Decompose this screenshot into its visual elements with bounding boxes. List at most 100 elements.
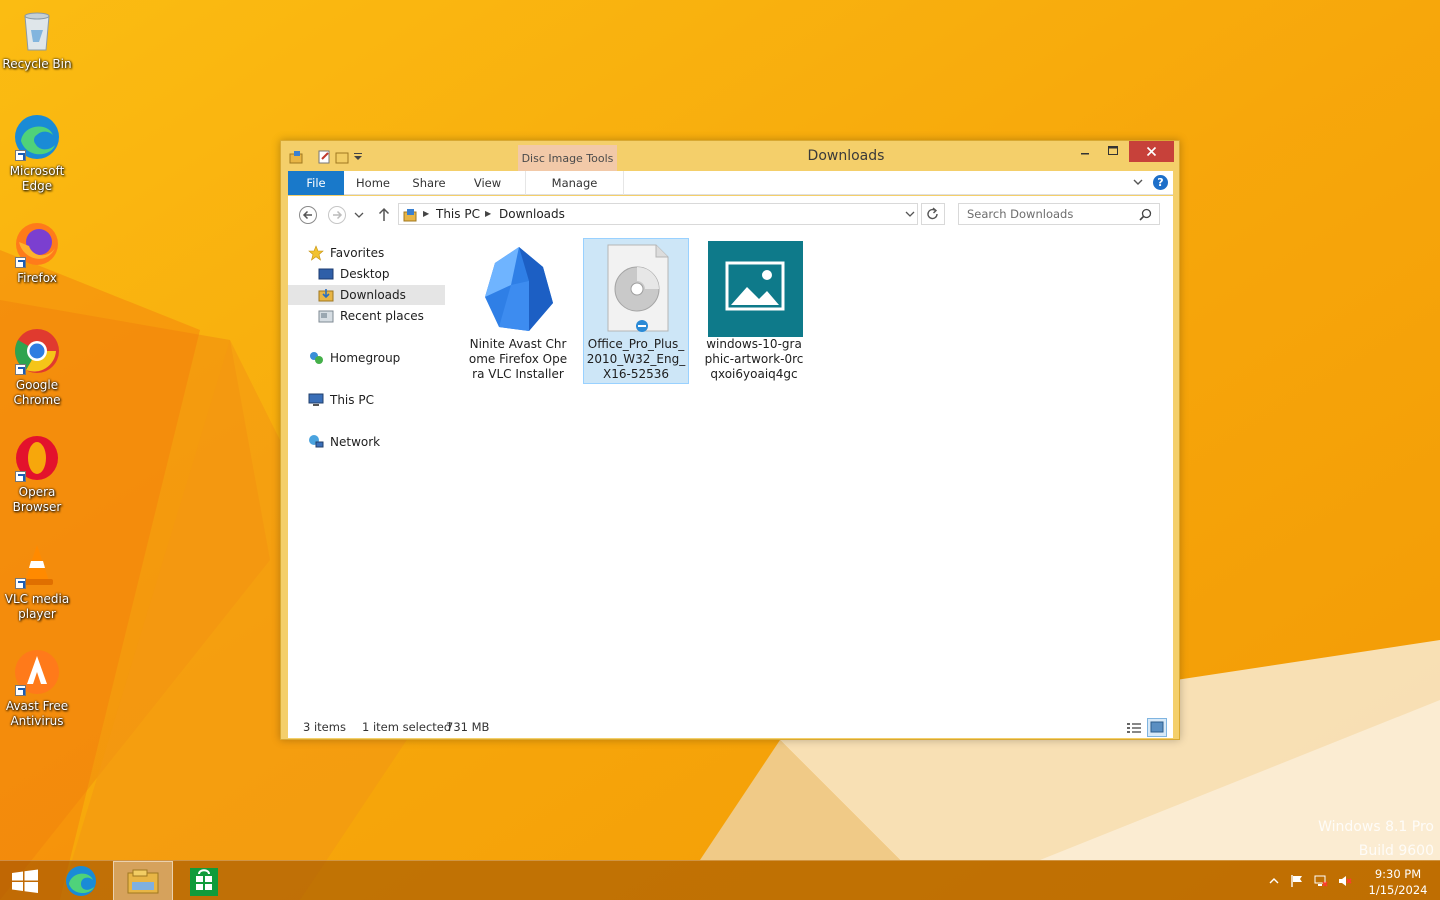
file-name: Ninite Avast Chrome Firefox Opera VLC In… bbox=[468, 337, 568, 381]
desktop-icon-recycle-bin[interactable]: Recycle Bin bbox=[2, 6, 72, 72]
address-bar[interactable]: ▶ This PC ▶ Downloads bbox=[398, 203, 918, 225]
customize-qat-icon[interactable] bbox=[353, 150, 363, 164]
desktop-icon-label: Microsoft Edge bbox=[9, 164, 65, 193]
taskbar-clock[interactable]: 9:30 PM 1/15/2024 bbox=[1362, 866, 1434, 898]
tab-file[interactable]: File bbox=[288, 171, 344, 195]
nav-item-desktop[interactable]: Desktop bbox=[288, 264, 445, 284]
tab-home[interactable]: Home bbox=[348, 171, 398, 195]
taskbar-file-explorer[interactable] bbox=[113, 861, 173, 900]
chevron-down-icon bbox=[354, 212, 364, 218]
new-folder-icon[interactable] bbox=[335, 150, 349, 164]
refresh-button[interactable] bbox=[921, 203, 945, 225]
watermark-edition: Windows 8.1 Pro bbox=[1318, 819, 1434, 835]
clock-date: 1/15/2024 bbox=[1368, 883, 1428, 897]
file-item[interactable]: Office_Pro_Plus_2010_W32_Eng_X16-52536 bbox=[583, 238, 689, 384]
file-list: Ninite Avast Chrome Firefox Opera VLC In… bbox=[453, 232, 1173, 718]
ribbon-tabs: File Home Share View Manage ? bbox=[288, 171, 1173, 195]
tab-manage[interactable]: Manage bbox=[525, 171, 624, 195]
breadcrumb-downloads[interactable]: Downloads bbox=[499, 207, 565, 221]
network-icon bbox=[309, 435, 324, 448]
search-input[interactable] bbox=[958, 203, 1160, 225]
up-arrow-icon bbox=[378, 207, 390, 221]
downloads-folder-icon bbox=[318, 289, 334, 302]
file-item[interactable]: windows-10-graphic-artwork-0rcqxoi6yoaiq… bbox=[701, 238, 807, 384]
windows-logo-icon bbox=[12, 869, 38, 893]
minimize-button[interactable] bbox=[1071, 141, 1099, 162]
desktop-icon-label: Opera Browser bbox=[12, 485, 62, 514]
desktop-icon-label: Avast Free Antivirus bbox=[5, 699, 69, 728]
show-hidden-icons-icon[interactable] bbox=[1267, 874, 1281, 888]
file-item[interactable]: Ninite Avast Chrome Firefox Opera VLC In… bbox=[465, 238, 571, 384]
image-file-icon bbox=[708, 241, 803, 337]
edge-icon bbox=[66, 866, 96, 896]
nav-item-downloads[interactable]: Downloads bbox=[288, 285, 445, 305]
start-button[interactable] bbox=[0, 861, 50, 900]
recycle-bin-icon bbox=[13, 6, 61, 54]
desktop-icon-label: Google Chrome bbox=[13, 378, 61, 407]
shortcut-arrow-icon bbox=[15, 150, 26, 161]
network-status-icon[interactable] bbox=[1314, 874, 1328, 888]
selection-status: 1 item selected bbox=[362, 720, 452, 734]
details-view-button[interactable] bbox=[1126, 721, 1142, 735]
title-bar[interactable]: Disc Image Tools Downloads bbox=[281, 141, 1179, 171]
desktop-folder-icon bbox=[318, 268, 334, 280]
nav-label: Recent places bbox=[340, 309, 424, 323]
back-arrow-icon bbox=[299, 206, 317, 224]
nav-item-this-pc[interactable]: This PC bbox=[288, 390, 445, 410]
nav-label: Favorites bbox=[330, 246, 385, 260]
up-button[interactable] bbox=[374, 205, 394, 225]
nav-item-network[interactable]: Network bbox=[288, 432, 445, 452]
desktop-icon-avast[interactable]: Avast Free Antivirus bbox=[2, 648, 72, 729]
selection-size: 731 MB bbox=[446, 720, 490, 734]
refresh-icon bbox=[927, 207, 938, 220]
taskbar-edge[interactable] bbox=[55, 861, 107, 900]
maximize-button[interactable] bbox=[1099, 141, 1127, 162]
file-explorer-window: Disc Image Tools Downloads File Home Sha… bbox=[280, 140, 1180, 740]
action-center-flag-icon[interactable] bbox=[1290, 874, 1304, 888]
file-name: windows-10-graphic-artwork-0rcqxoi6yoaiq… bbox=[704, 337, 804, 381]
desktop-icon-edge[interactable]: Microsoft Edge bbox=[2, 113, 72, 194]
separator bbox=[307, 150, 313, 164]
nav-label: Downloads bbox=[340, 288, 406, 302]
forward-button[interactable] bbox=[327, 205, 347, 225]
desktop-icon-opera[interactable]: Opera Browser bbox=[2, 434, 72, 515]
expand-ribbon-icon[interactable] bbox=[1131, 175, 1145, 189]
desktop-icon-chrome[interactable]: Google Chrome bbox=[2, 327, 72, 408]
nav-item-recent-places[interactable]: Recent places bbox=[288, 306, 445, 326]
shortcut-arrow-icon bbox=[15, 364, 26, 375]
address-dropdown-icon[interactable] bbox=[905, 209, 915, 219]
chevron-right-icon: ▶ bbox=[485, 209, 492, 218]
chrome-icon bbox=[13, 327, 61, 375]
minimize-icon bbox=[1081, 153, 1089, 155]
recent-locations-button[interactable] bbox=[353, 205, 365, 225]
properties-icon[interactable] bbox=[317, 150, 331, 164]
os-watermark: Windows 8.1 Pro Build 9600 bbox=[1318, 815, 1434, 863]
desktop-icon-firefox[interactable]: Firefox bbox=[2, 220, 72, 286]
large-icons-view-button[interactable] bbox=[1147, 718, 1167, 737]
nav-item-favorites[interactable]: Favorites bbox=[288, 243, 445, 263]
window-title: Downloads bbox=[807, 148, 885, 164]
shortcut-arrow-icon bbox=[15, 578, 26, 589]
volume-muted-icon[interactable] bbox=[1338, 874, 1352, 888]
maximize-icon bbox=[1108, 146, 1118, 155]
taskbar-store[interactable] bbox=[178, 861, 230, 900]
contextual-tab-group: Disc Image Tools bbox=[518, 145, 617, 171]
nav-label: This PC bbox=[330, 393, 374, 407]
desktop-icon-vlc[interactable]: VLC media player bbox=[2, 541, 72, 622]
tab-share[interactable]: Share bbox=[404, 171, 454, 195]
back-button[interactable] bbox=[298, 205, 318, 225]
help-icon[interactable]: ? bbox=[1153, 175, 1168, 190]
shortcut-arrow-icon bbox=[15, 685, 26, 696]
breadcrumb-this-pc[interactable]: This PC bbox=[436, 207, 480, 221]
nav-item-homegroup[interactable]: Homegroup bbox=[288, 348, 445, 368]
disc-image-icon bbox=[607, 244, 669, 332]
details-view-icon bbox=[1127, 723, 1141, 733]
close-button[interactable] bbox=[1129, 141, 1174, 162]
file-name: Office_Pro_Plus_2010_W32_Eng_X16-52536 bbox=[586, 337, 686, 381]
desktop-icon-label: VLC media player bbox=[4, 592, 70, 621]
search-icon[interactable] bbox=[1139, 208, 1152, 221]
firefox-icon bbox=[13, 220, 61, 268]
desktop-icon-label: Firefox bbox=[17, 271, 57, 285]
tab-view[interactable]: View bbox=[460, 171, 515, 195]
file-explorer-icon bbox=[127, 869, 159, 894]
